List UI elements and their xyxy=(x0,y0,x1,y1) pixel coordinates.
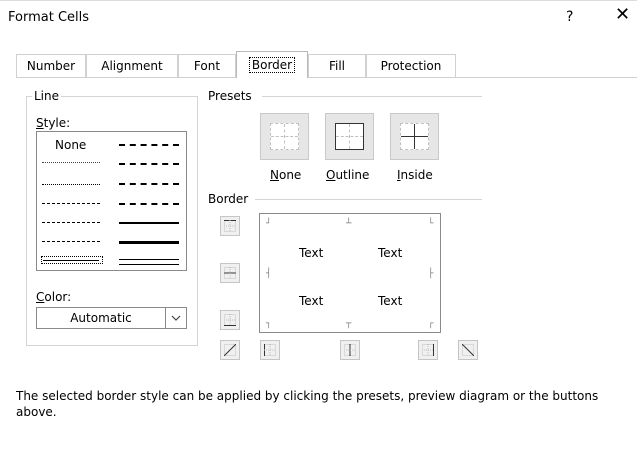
preset-none-label: None xyxy=(270,168,302,182)
border-diagonal-down-button[interactable] xyxy=(458,340,478,360)
border-diagonal-up-button[interactable] xyxy=(220,340,240,360)
border-inside-horizontal-button[interactable] xyxy=(220,263,240,283)
border-bottom-button[interactable] xyxy=(220,310,240,330)
line-group-legend: Line xyxy=(32,89,62,103)
line-style-hair[interactable] xyxy=(42,162,100,163)
line-style-thin-selected[interactable] xyxy=(41,256,103,264)
line-style-dash-dot-dot-thin[interactable] xyxy=(42,203,100,204)
corner-mark: ┐ xyxy=(266,319,272,329)
tab-number[interactable]: Number xyxy=(16,54,86,77)
corner-mark: ┬ xyxy=(346,319,352,329)
color-dropdown[interactable]: Automatic xyxy=(36,307,187,329)
border-right-button[interactable] xyxy=(418,340,438,360)
tab-label: Font xyxy=(193,59,221,73)
border-legend: Border xyxy=(208,192,249,206)
line-style-list[interactable]: None xyxy=(36,131,187,271)
line-style-medium[interactable] xyxy=(119,222,179,224)
tab-font[interactable]: Font xyxy=(178,54,236,77)
line-style-medium-dashed[interactable] xyxy=(119,203,179,205)
border-inside-vertical-button[interactable] xyxy=(340,340,360,360)
color-label: Color: xyxy=(36,290,72,304)
help-note: The selected border style can be applied… xyxy=(16,389,599,419)
presets-legend: Presets xyxy=(208,89,252,103)
tab-border[interactable]: Border xyxy=(236,51,308,78)
corner-mark: ┴ xyxy=(346,219,352,229)
preview-text: Text xyxy=(299,246,324,260)
tab-label: Protection xyxy=(380,59,442,73)
corner-mark: ┌ xyxy=(428,319,434,329)
close-icon[interactable]: ✕ xyxy=(615,6,630,24)
tab-protection[interactable]: Protection xyxy=(366,54,456,77)
help-icon[interactable]: ? xyxy=(566,9,573,25)
preview-text: Text xyxy=(378,246,403,260)
titlebar-divider xyxy=(0,0,637,1)
tab-label: Number xyxy=(26,59,76,73)
corner-mark: ├ xyxy=(428,269,434,279)
tab-alignment[interactable]: Alignment xyxy=(86,54,178,77)
border-left-button[interactable] xyxy=(260,340,280,360)
corner-mark: ┘ xyxy=(266,219,272,229)
line-style-dashed-thin[interactable] xyxy=(42,241,100,242)
preview-text: Text xyxy=(378,294,403,308)
preview-text: Text xyxy=(299,294,324,308)
preset-inside-label: Inside xyxy=(397,168,433,182)
chevron-down-icon[interactable] xyxy=(165,308,186,328)
preset-none-button[interactable] xyxy=(260,113,309,160)
style-label: Style: xyxy=(36,116,71,130)
line-style-double[interactable] xyxy=(119,259,179,265)
color-value: Automatic xyxy=(70,311,132,325)
border-preview[interactable]: ┘ ┴ └ ┤ ├ ┐ ┬ ┌ Text Text Text Text xyxy=(259,213,441,333)
line-style-thick[interactable] xyxy=(119,241,179,244)
presets-divider xyxy=(262,96,482,97)
corner-mark: ┤ xyxy=(266,269,272,279)
tab-strip-divider xyxy=(16,77,637,78)
border-divider xyxy=(255,199,482,200)
line-style-dotted[interactable] xyxy=(42,184,100,185)
corner-mark: └ xyxy=(428,219,434,229)
tab-label: Alignment xyxy=(101,59,163,73)
preset-inside-button[interactable] xyxy=(390,113,439,160)
border-top-button[interactable] xyxy=(220,216,240,236)
dialog-title: Format Cells xyxy=(8,10,90,25)
line-style-dash-dot-thin[interactable] xyxy=(42,222,100,223)
line-style-medium-dash-dot-dot[interactable] xyxy=(119,144,179,146)
line-style-none[interactable]: None xyxy=(55,138,86,152)
tab-label: Fill xyxy=(328,59,346,73)
tab-label: Border xyxy=(248,57,296,73)
line-style-slanted-dash-dot[interactable] xyxy=(119,163,179,165)
preset-outline-button[interactable] xyxy=(325,113,374,160)
tab-fill[interactable]: Fill xyxy=(308,54,366,77)
line-style-medium-dash-dot[interactable] xyxy=(119,183,179,185)
preset-outline-label: Outline xyxy=(326,168,370,182)
